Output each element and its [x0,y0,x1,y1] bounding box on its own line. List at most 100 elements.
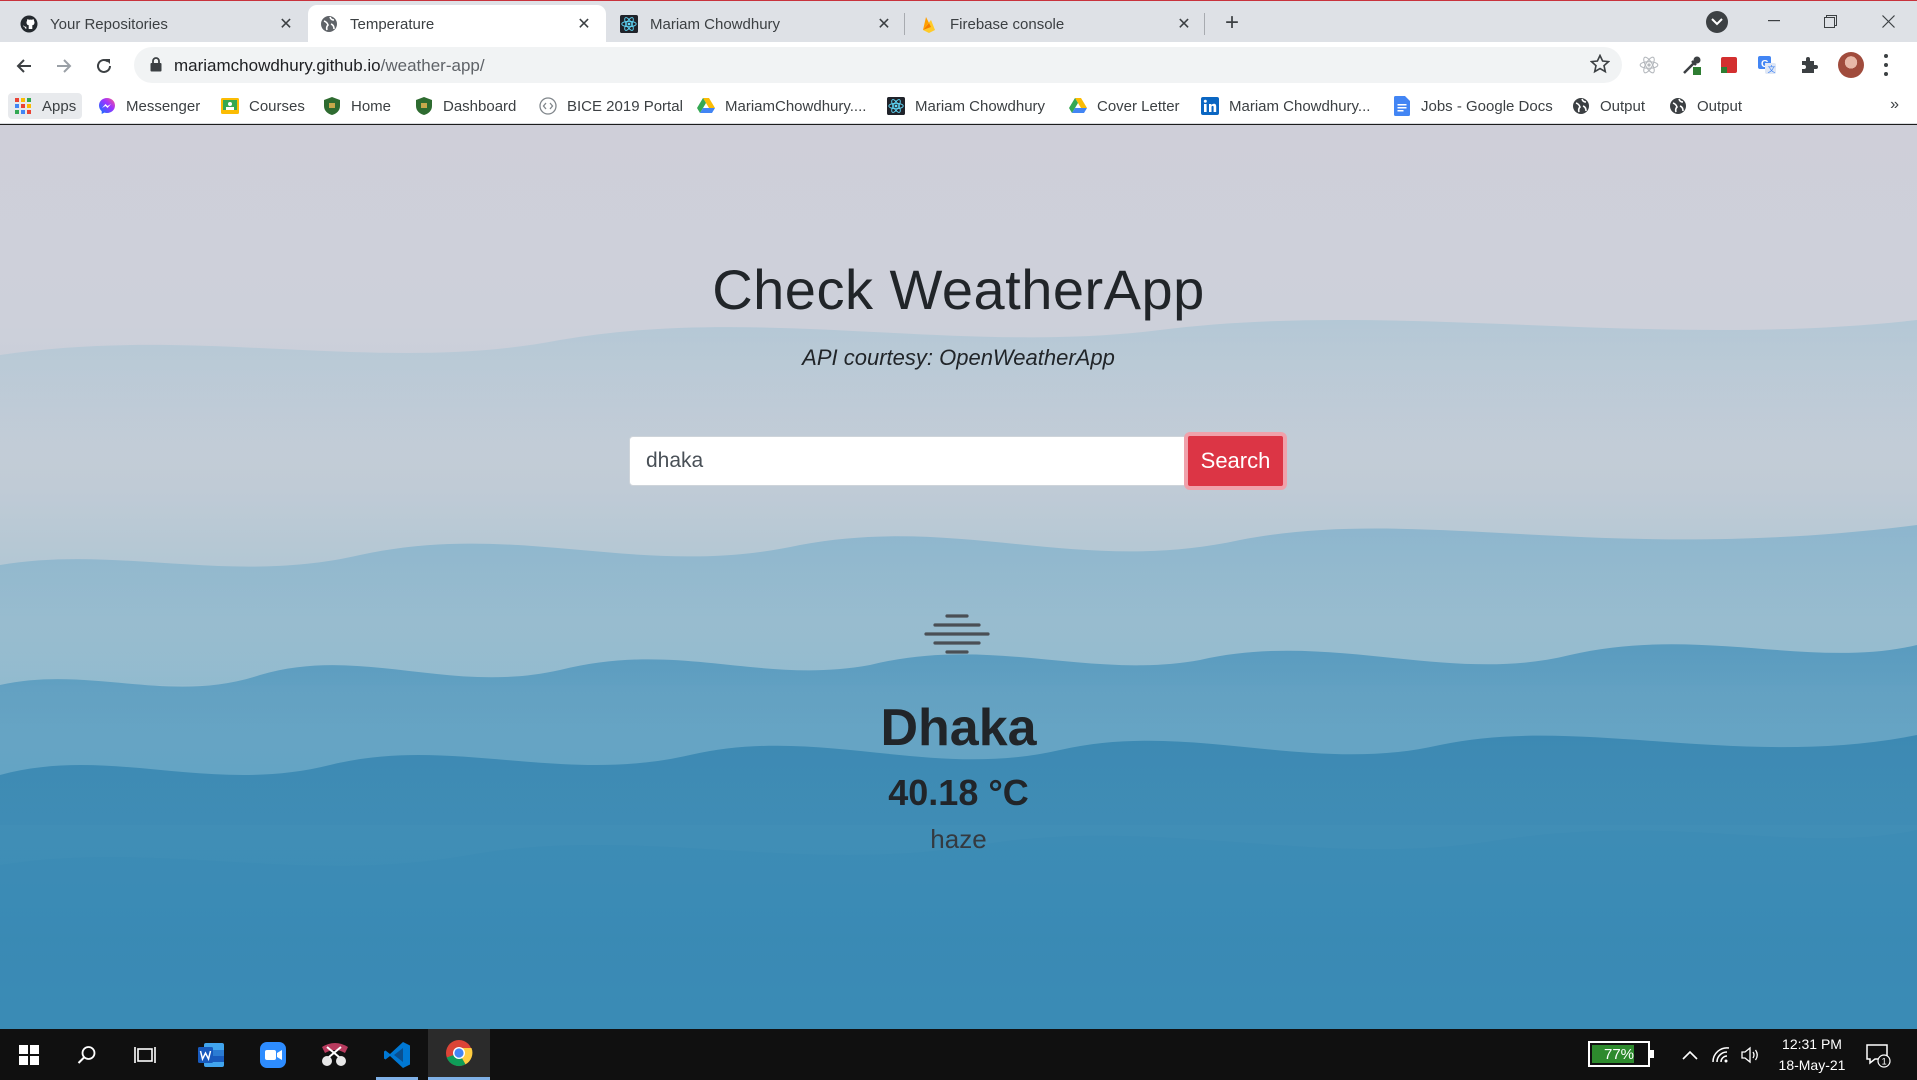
bookmark-output-1[interactable]: Output [1572,93,1645,119]
reload-icon[interactable] [89,51,119,81]
api-courtesy-label: API courtesy: [802,345,940,370]
tab-your-repositories[interactable]: Your Repositories ✕ [8,5,308,43]
bookmark-cover-letter[interactable]: Cover Letter [1069,93,1180,119]
globe-icon [1572,97,1590,115]
word-icon[interactable] [182,1029,240,1080]
close-tab-icon[interactable]: ✕ [574,14,594,34]
chrome-icon[interactable] [428,1029,490,1080]
bookmarks-bar: Apps Messenger Courses Home Dashboard BI… [0,88,1917,124]
bookmark-label: Home [351,97,392,115]
forward-icon[interactable] [49,51,79,81]
tab-strip: Your Repositories ✕ Temperature ✕ Mariam… [0,0,1917,43]
wifi-icon[interactable] [1709,1043,1733,1067]
globe-icon [320,15,338,33]
tab-title: Your Repositories [50,15,168,33]
bookmark-label: Mariam Chowdhury... [1229,97,1371,115]
github-icon [20,15,38,33]
bookmark-label: Messenger [126,97,201,115]
extension-red-icon[interactable] [1718,54,1740,76]
search-button[interactable]: Search [1184,432,1287,490]
tab-title: Mariam Chowdhury [650,15,781,33]
bookmark-label: Mariam Chowdhury [915,97,1046,115]
react-icon [620,15,638,33]
lock-icon[interactable] [150,57,162,77]
city-search-input[interactable] [629,436,1185,486]
battery-percent: 77% [1603,1045,1635,1063]
bookmark-star-icon[interactable] [1589,53,1611,79]
bookmark-label: Apps [42,97,77,115]
temperature-value: 40.18 °C [888,772,1029,813]
volume-icon[interactable] [1738,1043,1762,1067]
bookmark-label: Output [1697,97,1743,115]
bookmark-label: Dashboard [443,97,517,115]
react-devtools-icon[interactable] [1638,54,1660,76]
vscode-icon[interactable] [368,1029,426,1080]
bookmark-jobs-google-docs[interactable]: Jobs - Google Docs [1393,93,1553,119]
linkedin-icon [1201,97,1219,115]
bookmark-home[interactable]: Home [323,93,391,119]
url-path: /weather-app/ [380,56,485,75]
bookmark-output-2[interactable]: Output [1669,93,1742,119]
bookmark-label: Output [1600,97,1646,115]
color-picker-icon[interactable] [1681,54,1703,76]
messenger-icon [98,97,116,115]
search-icon[interactable] [58,1029,116,1080]
address-bar[interactable]: mariamchowdhury.github.io/weather-app/ [134,47,1622,83]
bookmark-courses[interactable]: Courses [221,93,305,119]
extensions-puzzle-icon[interactable] [1798,54,1820,76]
google-translate-icon[interactable]: G文 [1756,54,1778,76]
close-tab-icon[interactable]: ✕ [276,14,296,34]
browser-menu-icon[interactable] [1882,54,1890,76]
url-text[interactable]: mariamchowdhury.github.io/weather-app/ [174,56,485,76]
globe-icon [1669,97,1687,115]
task-view-icon[interactable] [116,1029,174,1080]
bookmark-label: MariamChowdhury.... [725,97,867,115]
bookmark-dashboard[interactable]: Dashboard [415,93,516,119]
show-hidden-icons-icon[interactable] [1678,1043,1702,1067]
bookmark-bice-2019-portal[interactable]: BICE 2019 Portal [539,93,683,119]
clock-time: 12:31 PM [1782,1036,1842,1052]
api-courtesy-link[interactable]: OpenWeatherApp [939,345,1115,370]
tab-temperature[interactable]: Temperature ✕ [308,5,606,43]
bookmark-apps[interactable]: Apps [8,93,83,119]
profile-avatar[interactable] [1838,52,1864,78]
tab-firebase-console[interactable]: Firebase console ✕ [908,5,1206,43]
drive-icon [1069,97,1087,115]
restore-icon[interactable] [1802,1,1858,41]
bookmark-label: Cover Letter [1097,97,1180,115]
battery-indicator[interactable]: 77% [1588,1041,1654,1067]
weather-app-page: Check WeatherApp API courtesy: OpenWeath… [0,125,1917,1029]
bookmark-label: BICE 2019 Portal [567,97,683,115]
clock-date: 18-May-21 [1778,1057,1846,1073]
bookmark-label: Courses [249,97,305,115]
bookmark-mariamchowdhury-drive[interactable]: MariamChowdhury.... [697,93,866,119]
zoom-icon[interactable] [244,1029,302,1080]
new-tab-icon[interactable]: + [1218,9,1246,37]
action-center-icon[interactable]: 1 [1864,1041,1892,1069]
tab-title: Firebase console [950,15,1065,33]
minimize-icon[interactable] [1746,1,1802,41]
svg-text:文: 文 [1768,64,1776,74]
haze-icon [921,611,993,664]
bookmarks-overflow-icon[interactable]: » [1890,96,1899,114]
windows-start-icon[interactable] [0,1029,58,1080]
browser-toolbar: mariamchowdhury.github.io/weather-app/ G… [0,42,1917,88]
drive-icon [697,97,715,115]
api-courtesy: API courtesy: OpenWeatherApp [0,345,1917,371]
bookmark-mariam-chowdhury-react[interactable]: Mariam Chowdhury [887,93,1045,119]
bookmark-mariam-chowdhury-linkedin[interactable]: Mariam Chowdhury... [1201,93,1370,119]
close-tab-icon[interactable]: ✕ [874,14,894,34]
snip-sketch-icon[interactable] [306,1029,364,1080]
system-clock[interactable]: 12:31 PM 18-May-21 [1770,1034,1854,1076]
shield-icon [323,97,341,115]
tab-mariam-chowdhury[interactable]: Mariam Chowdhury ✕ [608,5,906,43]
tab-search-icon[interactable] [1706,11,1728,33]
react-icon [887,97,905,115]
bookmark-messenger[interactable]: Messenger [98,93,200,119]
close-window-icon[interactable] [1860,1,1916,41]
code-icon [539,97,557,115]
back-icon[interactable] [9,51,39,81]
city-name: Dhaka [880,699,1037,757]
close-tab-icon[interactable]: ✕ [1174,14,1194,34]
shield-icon [415,97,433,115]
